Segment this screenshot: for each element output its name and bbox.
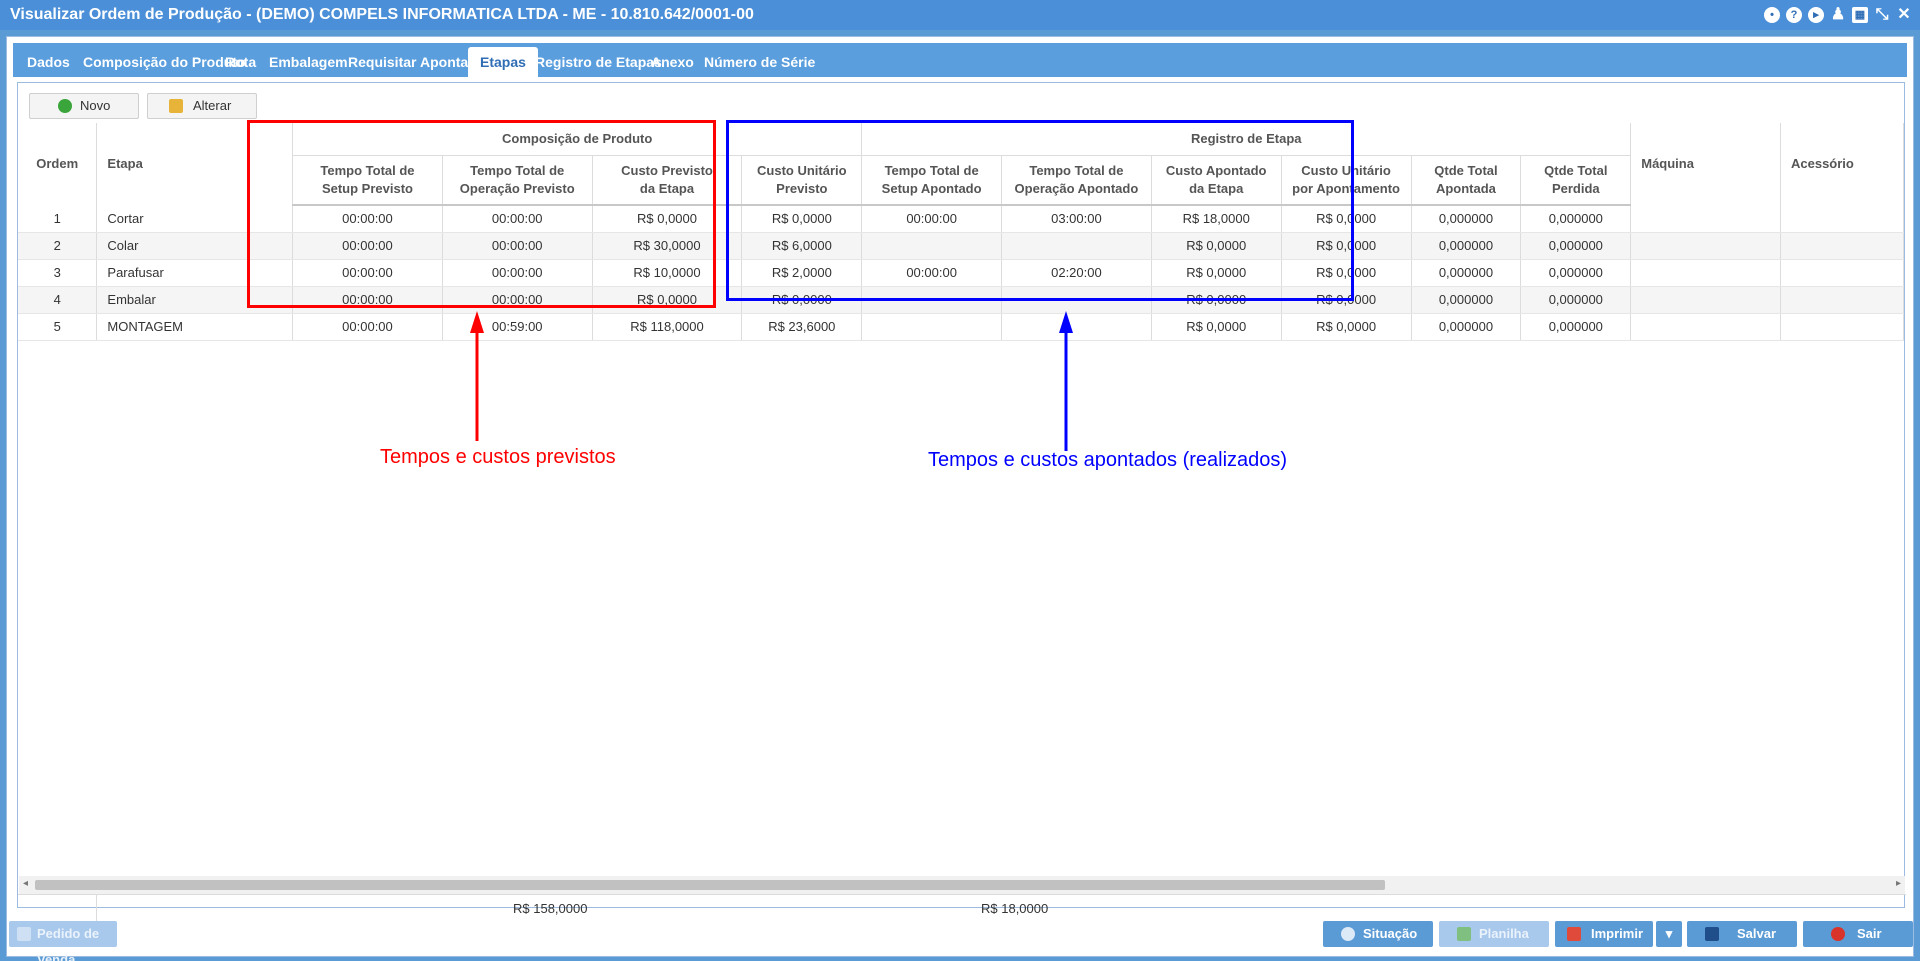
apontados-annotation: Tempos e custos apontados (realizados) <box>928 449 1288 471</box>
main-window: Dados Composição do Produto Rota Embalag… <box>6 36 1914 961</box>
col-qtde-perdida[interactable]: Qtde Total Perdida <box>1520 155 1632 206</box>
cell-custo-prev: R$ 118,0000 <box>592 313 743 341</box>
cell-unit-prev: R$ 23,6000 <box>741 313 863 341</box>
settings-icon[interactable]: • <box>1764 7 1780 23</box>
novo-button[interactable]: Novo <box>29 93 139 119</box>
cell-qtde-perd: 0,000000 <box>1520 205 1632 233</box>
cell-maquina <box>1630 259 1781 287</box>
cell-etapa: MONTAGEM <box>96 313 294 341</box>
cell-acessorio <box>1780 232 1904 260</box>
cell-oper-apont <box>1001 313 1152 341</box>
spreadsheet-icon <box>1457 927 1471 941</box>
cell-ordem: 3 <box>18 259 98 287</box>
scrollbar-thumb[interactable] <box>35 880 1385 890</box>
previstos-highlight-box <box>247 120 716 308</box>
cell-maquina <box>1630 205 1781 233</box>
cell-ordem: 1 <box>18 205 98 233</box>
cell-ordem: 5 <box>18 313 98 341</box>
totals-row: R$ 158,0000 R$ 18,0000 <box>18 894 1906 921</box>
cell-ordem: 2 <box>18 232 98 260</box>
situacao-button[interactable]: Situação <box>1323 921 1433 947</box>
calendar-icon[interactable]: ▦ <box>1852 7 1868 23</box>
window-titlebar: Visualizar Ordem de Produção - (DEMO) CO… <box>0 0 1920 30</box>
cell-oper-prev: 00:59:00 <box>442 313 593 341</box>
chevron-down-icon: ▾ <box>1665 926 1673 941</box>
cell-maquina <box>1630 286 1781 314</box>
horizontal-scrollbar[interactable]: ◂ ▸ <box>19 876 1905 894</box>
imprimir-button[interactable]: Imprimir <box>1555 921 1653 947</box>
cell-qtde-perd: 0,000000 <box>1520 313 1632 341</box>
sair-label: Sair <box>1857 926 1882 941</box>
pedido-label: Pedido de Venda <box>37 926 100 961</box>
total-custo-previsto: R$ 158,0000 <box>513 901 588 916</box>
cell-qtde-apont: 0,000000 <box>1411 232 1522 260</box>
col-ordem[interactable]: Ordem <box>18 123 98 205</box>
planilha-button[interactable]: Planilha <box>1439 921 1549 947</box>
col-acessorio[interactable]: Acessório <box>1780 123 1904 205</box>
cell-qtde-apont: 0,000000 <box>1411 313 1522 341</box>
help-icon[interactable]: ? <box>1786 7 1802 23</box>
scroll-left-icon[interactable]: ◂ <box>23 878 28 889</box>
tab-numero-serie[interactable]: Número de Série <box>692 47 827 77</box>
cell-acessorio <box>1780 313 1904 341</box>
cell-acessorio <box>1780 286 1904 314</box>
cell-acessorio <box>1780 259 1904 287</box>
cell-qtde-perd: 0,000000 <box>1520 232 1632 260</box>
cell-unit-apont: R$ 0,0000 <box>1281 313 1412 341</box>
novo-label: Novo <box>80 98 111 113</box>
cell-ordem: 4 <box>18 286 98 314</box>
title-icons: • ? ▸ ♟ ▦ ⤡ ✕ <box>1764 7 1912 23</box>
alterar-label: Alterar <box>193 98 232 113</box>
imprimir-label: Imprimir <box>1591 926 1644 941</box>
apontados-highlight-box <box>726 120 1354 301</box>
save-icon <box>1705 927 1719 941</box>
cell-custo-apont: R$ 0,0000 <box>1151 313 1282 341</box>
document-icon <box>17 927 31 941</box>
restore-icon[interactable]: ⤡ <box>1874 7 1890 23</box>
pedido-venda-button[interactable]: Pedido de Venda <box>9 921 117 961</box>
cell-qtde-apont: 0,000000 <box>1411 259 1522 287</box>
col-maquina[interactable]: Máquina <box>1630 123 1781 205</box>
cell-acessorio <box>1780 205 1904 233</box>
cell-qtde-apont: 0,000000 <box>1411 286 1522 314</box>
cell-setup-apont <box>861 313 1003 341</box>
search-icon <box>1341 927 1355 941</box>
play-icon[interactable]: ▸ <box>1808 7 1824 23</box>
planilha-label: Planilha <box>1479 926 1529 941</box>
scroll-right-icon[interactable]: ▸ <box>1896 878 1901 889</box>
col-qtde-apontada[interactable]: Qtde Total Apontada <box>1411 155 1522 206</box>
situacao-label: Situação <box>1363 926 1418 941</box>
salvar-label: Salvar <box>1737 926 1777 941</box>
cell-qtde-apont: 0,000000 <box>1411 205 1522 233</box>
sair-button[interactable]: Sair <box>1803 921 1913 947</box>
etapas-panel: Novo Alterar Ordem Etapa Composição de P… <box>17 82 1906 921</box>
tab-bar: Dados Composição do Produto Rota Embalag… <box>13 43 1907 77</box>
exit-icon <box>1831 927 1845 941</box>
cell-qtde-perd: 0,000000 <box>1520 286 1632 314</box>
table-row[interactable]: 5 MONTAGEM 00:00:00 00:59:00 R$ 118,0000 R$ 2… <box>18 313 1904 341</box>
salvar-button[interactable]: Salvar <box>1687 921 1797 947</box>
cell-qtde-perd: 0,000000 <box>1520 259 1632 287</box>
add-icon <box>58 99 72 113</box>
user-icon[interactable]: ♟ <box>1830 7 1846 23</box>
cell-maquina <box>1630 313 1781 341</box>
previstos-annotation: Tempos e custos previstos <box>380 446 616 468</box>
pdf-icon <box>1567 927 1581 941</box>
edit-icon <box>169 99 183 113</box>
alterar-button[interactable]: Alterar <box>147 93 257 119</box>
window-title: Visualizar Ordem de Produção - (DEMO) CO… <box>10 6 754 23</box>
cell-setup-prev: 00:00:00 <box>292 313 443 341</box>
total-custo-apontado: R$ 18,0000 <box>981 901 1049 916</box>
imprimir-dropdown[interactable]: ▾ <box>1656 921 1682 947</box>
totals-divider <box>96 895 97 921</box>
cell-maquina <box>1630 232 1781 260</box>
close-icon[interactable]: ✕ <box>1896 7 1912 23</box>
